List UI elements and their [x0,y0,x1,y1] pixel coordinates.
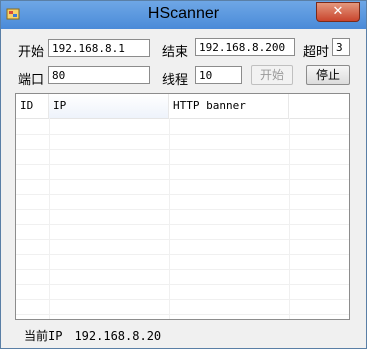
timeout-label: 超时 [303,45,330,60]
grid-line [16,284,349,285]
list-header: ID IP HTTP banner [16,94,349,119]
start-ip-label: 开始 [18,45,45,60]
results-list[interactable]: ID IP HTTP banner [15,93,350,320]
grid-line [16,209,349,210]
threads-input[interactable]: 10 [195,66,242,84]
title-bar[interactable]: HScanner ✕ [1,1,366,29]
grid-line [16,224,349,225]
current-ip-label: 当前IP [24,329,63,343]
close-icon: ✕ [332,4,344,19]
close-button[interactable]: ✕ [316,2,360,22]
grid-line [16,164,349,165]
end-ip-input[interactable]: 192.168.8.200 [195,38,295,56]
grid-line [16,254,349,255]
column-header-id[interactable]: ID [16,94,49,118]
column-header-ip[interactable]: IP [49,94,169,118]
end-ip-label: 结束 [162,45,189,60]
main-window: HScanner ✕ 开始 192.168.8.1 结束 192.168.8.2… [0,0,367,349]
start-ip-input[interactable]: 192.168.8.1 [48,39,150,57]
port-label: 端口 [18,73,45,88]
timeout-input[interactable]: 3 [332,38,350,56]
threads-label: 线程 [162,73,189,88]
column-header-http-banner[interactable]: HTTP banner [169,94,289,118]
grid-line [16,299,349,300]
grid-line [16,239,349,240]
current-ip-value: 192.168.8.20 [74,329,162,343]
grid-line [16,149,349,150]
status-bar: 当前IP 192.168.8.20 [24,327,161,344]
grid-line [16,194,349,195]
grid-line [16,314,349,315]
window-title: HScanner [147,5,220,22]
grid-line [16,269,349,270]
start-button[interactable]: 开始 [251,65,293,85]
grid-line [16,179,349,180]
grid-line [16,134,349,135]
stop-button[interactable]: 停止 [306,65,350,85]
port-input[interactable]: 80 [48,66,150,84]
